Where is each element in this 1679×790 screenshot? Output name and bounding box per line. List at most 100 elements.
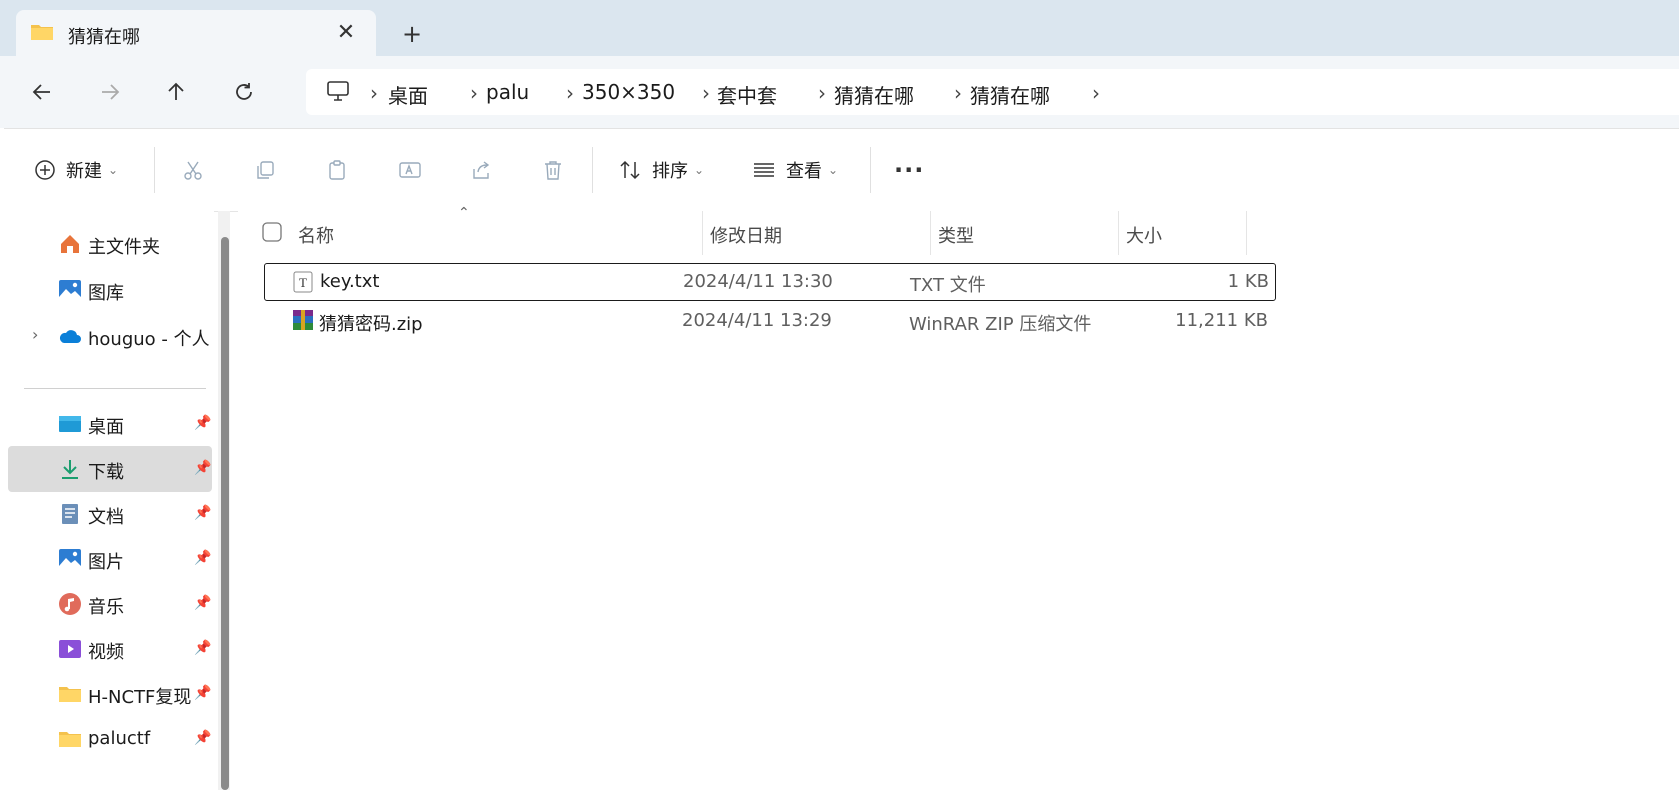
refresh-button[interactable] — [226, 74, 262, 110]
new-button[interactable]: 新建 ⌄ — [34, 155, 118, 185]
sidebar-item-music[interactable]: 音乐 📌 — [8, 581, 212, 627]
sidebar-scrollbar[interactable] — [218, 211, 230, 790]
file-type: WinRAR ZIP 压缩文件 — [909, 314, 1092, 335]
file-size: 11,211 KB — [1175, 310, 1268, 331]
pin-icon[interactable]: 📌 — [194, 505, 211, 521]
cut-button[interactable] — [182, 155, 204, 185]
breadcrumb-item-palu[interactable]: palu — [486, 80, 529, 104]
share-button[interactable] — [470, 155, 492, 185]
file-row[interactable]: 猜猜密码.zip 2024/4/11 13:29 WinRAR ZIP 压缩文件… — [264, 303, 1274, 339]
chevron-right-icon[interactable]: › — [1092, 81, 1100, 105]
gallery-icon — [59, 280, 81, 300]
arrow-left-icon — [32, 84, 50, 100]
column-size-label: 大小 — [1126, 226, 1162, 247]
rename-button[interactable] — [398, 155, 422, 185]
chevron-right-icon[interactable]: › — [818, 81, 826, 105]
pin-icon[interactable]: 📌 — [194, 460, 211, 476]
chevron-right-icon[interactable]: › — [954, 81, 962, 105]
navigation-pane: 主文件夹 图库 › houguo - 个人 桌面 📌 下载 📌 文档 📌 图片 … — [4, 211, 214, 790]
chevron-down-icon: ⌄ — [108, 163, 119, 177]
pin-icon[interactable]: 📌 — [194, 640, 211, 656]
delete-button[interactable] — [542, 155, 564, 185]
copy-icon — [257, 161, 274, 179]
document-icon — [62, 504, 78, 524]
pin-icon[interactable]: 📌 — [194, 685, 211, 701]
chevron-right-icon[interactable]: › — [470, 81, 478, 105]
select-all-checkbox[interactable] — [262, 222, 282, 242]
paste-button[interactable] — [326, 155, 348, 185]
column-divider[interactable] — [1246, 211, 1247, 255]
file-row[interactable]: T key.txt 2024/4/11 13:30 TXT 文件 1 KB — [264, 263, 1276, 301]
scrollbar-thumb[interactable] — [221, 237, 229, 790]
column-header-date[interactable]: 修改日期 — [710, 211, 930, 255]
sort-button-label: 排序 — [652, 161, 688, 182]
chevron-right-icon[interactable]: › — [566, 81, 574, 105]
sidebar-item-onedrive[interactable]: › houguo - 个人 — [8, 313, 212, 359]
view-button[interactable]: 查看 ⌄ — [752, 155, 838, 185]
breadcrumb-item-desktop[interactable]: 桌面 — [388, 80, 428, 109]
chevron-down-icon: ⌄ — [828, 163, 839, 177]
sort-icon — [620, 160, 640, 180]
sidebar-item-home[interactable]: 主文件夹 — [8, 221, 212, 267]
more-options-button[interactable]: ··· — [894, 155, 924, 185]
sort-ascending-icon: ⌃ — [458, 205, 470, 221]
pin-icon[interactable]: 📌 — [194, 595, 211, 611]
close-icon: ✕ — [336, 19, 356, 45]
plus-icon: + — [401, 20, 423, 48]
breadcrumb-item-guess-where-1[interactable]: 猜猜在哪 — [834, 80, 914, 109]
back-button[interactable] — [24, 74, 60, 110]
breadcrumb-item-nested[interactable]: 套中套 — [717, 80, 777, 109]
file-date: 2024/4/11 13:29 — [682, 310, 832, 331]
text-file-icon: T — [293, 271, 313, 293]
column-date-label: 修改日期 — [710, 226, 782, 247]
chevron-right-icon[interactable]: › — [702, 81, 710, 105]
new-button-label: 新建 — [66, 161, 102, 182]
sidebar-item-pictures[interactable]: 图片 📌 — [8, 536, 212, 582]
file-type: TXT 文件 — [910, 275, 986, 296]
address-bar[interactable]: › 桌面 › palu › 350×350 › 套中套 › 猜猜在哪 › 猜猜在… — [306, 69, 1679, 115]
column-divider[interactable] — [702, 211, 703, 255]
chevron-right-icon[interactable]: › — [32, 325, 38, 344]
sidebar-item-paluctf[interactable]: paluctf 📌 — [8, 716, 212, 762]
trash-icon — [545, 161, 561, 180]
chevron-right-icon[interactable]: › — [370, 81, 378, 105]
column-name-label: 名称 — [298, 226, 334, 247]
copy-button[interactable] — [254, 155, 276, 185]
column-header-size[interactable]: 大小 — [1126, 211, 1246, 255]
breadcrumb-item-guess-where-2[interactable]: 猜猜在哪 — [970, 80, 1050, 109]
pin-icon[interactable]: 📌 — [194, 550, 211, 566]
toolbar-divider — [870, 147, 871, 193]
explorer-tab[interactable]: 猜猜在哪 ✕ — [16, 10, 376, 56]
column-divider[interactable] — [1118, 211, 1119, 255]
view-list-icon — [754, 163, 774, 177]
forward-button[interactable] — [92, 74, 128, 110]
sidebar-item-label: houguo - 个人 — [88, 329, 210, 350]
sort-button[interactable]: 排序 ⌄ — [618, 155, 704, 185]
breadcrumb-item-350x350[interactable]: 350×350 — [582, 80, 675, 104]
home-icon — [61, 235, 79, 253]
pin-icon[interactable]: 📌 — [194, 730, 211, 746]
column-divider[interactable] — [930, 211, 931, 255]
file-date: 2024/4/11 13:30 — [683, 271, 833, 292]
sidebar-item-gallery[interactable]: 图库 — [8, 267, 212, 313]
computer-icon — [327, 81, 349, 101]
close-tab-button[interactable]: ✕ — [332, 18, 360, 46]
up-button[interactable] — [158, 74, 194, 110]
refresh-icon — [236, 83, 252, 100]
arrow-up-icon — [168, 82, 184, 100]
sidebar-item-downloads[interactable]: 下载 📌 — [8, 446, 212, 492]
file-name: key.txt — [320, 271, 380, 292]
desktop-icon — [59, 416, 81, 432]
sidebar-item-documents[interactable]: 文档 📌 — [8, 491, 212, 537]
sidebar-item-desktop[interactable]: 桌面 📌 — [8, 401, 212, 447]
sidebar-item-h-nctf[interactable]: H-NCTF复现 📌 — [8, 671, 212, 717]
chevron-down-icon: ⌄ — [694, 163, 705, 177]
folder-icon — [31, 25, 53, 40]
winrar-archive-icon — [293, 310, 313, 330]
plus-circle-icon — [35, 160, 55, 180]
rename-icon — [399, 162, 421, 178]
new-tab-button[interactable]: + — [396, 18, 428, 50]
sidebar-item-videos[interactable]: 视频 📌 — [8, 626, 212, 672]
column-header-type[interactable]: 类型 — [938, 211, 1118, 255]
pin-icon[interactable]: 📌 — [194, 415, 211, 431]
